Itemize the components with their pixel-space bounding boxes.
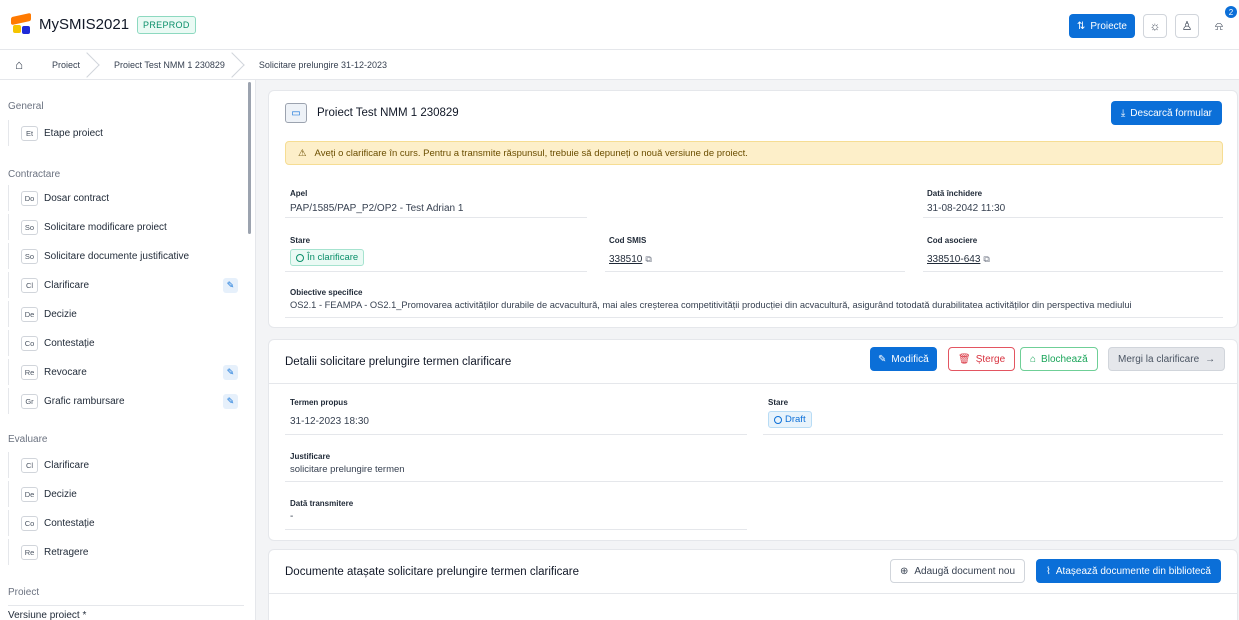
plus-circle-icon: ⊕: [900, 565, 909, 577]
lock-icon: ⌂: [1030, 353, 1037, 365]
stare-field: Stare În clarificare: [290, 236, 365, 266]
cod-smis-field: Cod SMIS 338510 ⧉: [609, 236, 652, 265]
arrow-right-icon: →: [1205, 353, 1216, 365]
divider: [285, 217, 587, 218]
breadcrumb: ⌂ Proiect Proiect Test NMM 1 230829 Soli…: [0, 50, 1239, 80]
top-bar: MySMIS2021 PREPROD ⇅ Proiecte ☼ ♙ ⍾ 2: [0, 0, 1239, 50]
details-title: Detalii solicitare prelungire termen cla…: [285, 355, 512, 368]
warning-icon: ⚠: [298, 147, 307, 159]
add-document-button[interactable]: ⊕ Adaugă document nou: [890, 559, 1026, 583]
sidebar-item-eval-contestatie[interactable]: Co Contestație: [8, 510, 244, 536]
breadcrumb-item-project[interactable]: Proiect Test NMM 1 230829: [92, 50, 237, 80]
edit-icon: ✎: [878, 353, 887, 365]
clarification-warning: ⚠ Aveți o clarificare în curs. Pentru a …: [285, 141, 1223, 165]
divider: [923, 217, 1223, 218]
divider: [923, 271, 1223, 272]
project-title: Proiect Test NMM 1 230829: [317, 107, 459, 119]
justificare-field: Justificare solicitare prelungire termen: [290, 452, 405, 475]
divider: [285, 271, 587, 272]
project-card: ▭ Proiect Test NMM 1 230829 ⤓ Descarcă f…: [268, 90, 1238, 328]
breadcrumb-item-proiect[interactable]: Proiect: [38, 50, 92, 80]
folder-icon: ▭: [285, 103, 307, 123]
edit-icon[interactable]: ✎: [223, 364, 238, 380]
apel-field: Apel PAP/1585/PAP_P2/OP2 - Test Adrian 1: [290, 189, 464, 214]
edit-icon[interactable]: ✎: [223, 393, 238, 409]
projects-icon: ⇅: [1076, 20, 1086, 32]
sidebar-item-eval-clarificare[interactable]: Cl Clarificare: [8, 452, 244, 478]
details-card-header: Detalii solicitare prelungire termen cla…: [269, 340, 1237, 384]
app-name: MySMIS2021: [39, 16, 130, 33]
notifications-button[interactable]: ⍾ 2: [1207, 6, 1237, 38]
cod-smis-link[interactable]: 338510: [609, 254, 642, 265]
divider: [763, 434, 1223, 435]
sidebar-item-solicitare-modificare[interactable]: So Solicitare modificare proiect: [8, 214, 244, 240]
user-button[interactable]: ♙: [1175, 14, 1199, 38]
user-icon: ♙: [1181, 19, 1193, 33]
sidebar-item-revocare[interactable]: Re Revocare ✎: [8, 359, 244, 385]
theme-toggle-button[interactable]: ☼: [1143, 14, 1167, 38]
sidebar: General Et Etape proiect Contractare Do …: [0, 80, 256, 620]
modify-button[interactable]: ✎ Modifică: [870, 347, 937, 371]
copy-icon[interactable]: ⧉: [645, 254, 651, 264]
delete-button[interactable]: 🗑 Șterge: [948, 347, 1016, 371]
documents-title: Documente atașate solicitare prelungire …: [285, 565, 580, 578]
sidebar-item-decizie[interactable]: De Decizie: [8, 301, 244, 327]
divider: [285, 529, 747, 530]
status-badge: În clarificare: [290, 249, 365, 266]
divider: [285, 481, 1223, 482]
project-card-header: ▭ Proiect Test NMM 1 230829 ⤓ Descarcă f…: [269, 91, 1237, 135]
sidebar-scrollbar[interactable]: [248, 82, 251, 234]
draft-status-badge: Draft: [768, 411, 812, 428]
obiective-field: Obiective specifice OS2.1 - FEAMPA - OS2…: [290, 288, 1132, 310]
notification-count-badge: 2: [1225, 6, 1237, 18]
documents-card-header: Documente atașate solicitare prelungire …: [269, 550, 1237, 594]
goto-clarification-button[interactable]: Mergi la clarificare →: [1108, 347, 1226, 371]
details-stare-field: Stare Draft: [768, 398, 812, 428]
env-badge: PREPROD: [137, 15, 196, 34]
attach-from-library-button[interactable]: ⌇ Atașează documente din bibliotecă: [1036, 559, 1221, 583]
app-logo[interactable]: [11, 12, 31, 35]
sidebar-section-proiect: Proiect: [8, 587, 40, 598]
sidebar-item-grafic-rambursare[interactable]: Gr Grafic rambursare ✎: [8, 388, 244, 414]
divider: [285, 434, 747, 435]
sidebar-item-etape-proiect[interactable]: Et Etape proiect: [8, 120, 244, 146]
lock-button[interactable]: ⌂ Blochează: [1020, 347, 1098, 371]
data-transmitere-field: Dată transmitere -: [290, 499, 354, 522]
sidebar-section-contractare: Contractare: [8, 169, 61, 180]
sidebar-item-eval-retragere[interactable]: Re Retragere: [8, 539, 244, 565]
breadcrumb-item-current: Solicitare prelungire 31-12-2023: [258, 59, 387, 70]
copy-icon[interactable]: ⧉: [983, 254, 989, 264]
sidebar-item-solicitare-documente[interactable]: So Solicitare documente justificative: [8, 243, 244, 269]
download-form-button[interactable]: ⤓ Descarcă formular: [1110, 101, 1222, 125]
paperclip-icon: ⌇: [1046, 565, 1051, 577]
bell-icon: ⍾: [1215, 18, 1223, 33]
termen-field: Termen propus 31-12-2023 18:30: [290, 398, 369, 427]
data-inchidere-field: Dată închidere 31-08-2042 11:30: [927, 189, 1006, 214]
projects-button[interactable]: ⇅ Proiecte: [1068, 14, 1135, 38]
sidebar-section-evaluare: Evaluare: [8, 434, 48, 445]
sidebar-item-clarificare[interactable]: Cl Clarificare ✎: [8, 272, 244, 298]
download-icon: ⤓: [1120, 107, 1126, 119]
sidebar-item-versiune-proiect[interactable]: Versiune proiect *: [8, 605, 244, 620]
divider: [605, 271, 905, 272]
sun-icon: ☼: [1149, 19, 1161, 33]
documents-card: Documente atașate solicitare prelungire …: [268, 549, 1238, 620]
cod-asociere-link[interactable]: 338510-643: [927, 254, 980, 265]
trash-icon: 🗑: [958, 353, 971, 365]
sidebar-item-dosar-contract[interactable]: Do Dosar contract: [8, 185, 244, 211]
cod-asociere-field: Cod asociere 338510-643 ⧉: [927, 236, 990, 265]
home-icon[interactable]: ⌂: [0, 50, 38, 80]
details-card: Detalii solicitare prelungire termen cla…: [268, 339, 1238, 541]
sidebar-section-general: General: [8, 101, 44, 112]
divider: [285, 317, 1223, 318]
sidebar-item-contestatie[interactable]: Co Contestație: [8, 330, 244, 356]
edit-icon[interactable]: ✎: [223, 277, 238, 293]
sidebar-item-eval-decizie[interactable]: De Decizie: [8, 481, 244, 507]
